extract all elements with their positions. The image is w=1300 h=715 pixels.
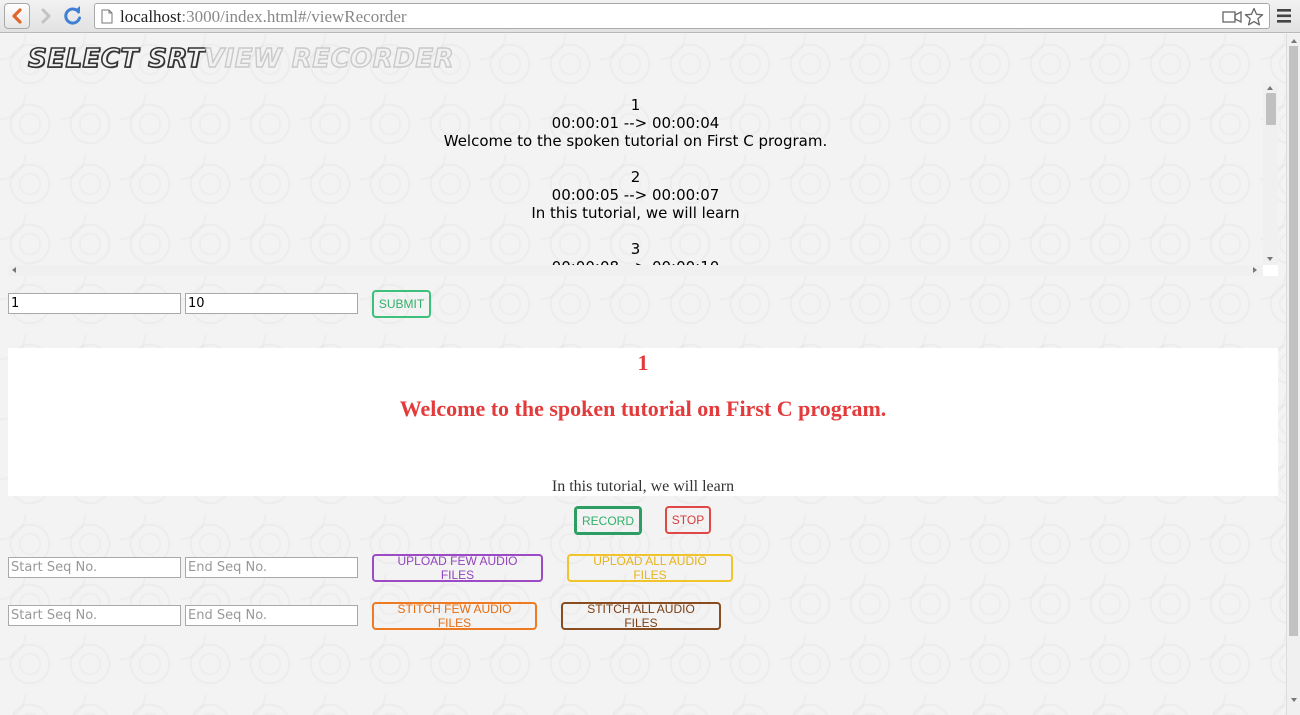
page-content: Select SRT View Recorder 1 00:00:01 --> …: [0, 34, 1286, 715]
stitch-end-seq-input[interactable]: [185, 605, 358, 626]
srt-horizontal-scrollbar[interactable]: [8, 265, 1263, 276]
stitch-start-seq-input[interactable]: [8, 605, 181, 626]
scroll-corner: [1263, 265, 1278, 276]
page-icon: [101, 9, 113, 24]
back-arrow-icon: [12, 8, 22, 24]
nav-select-srt[interactable]: Select SRT: [27, 43, 205, 75]
stitch-all-audio-button[interactable]: STITCH ALL AUDIO FILES: [561, 602, 721, 630]
record-button[interactable]: RECORD: [574, 506, 642, 535]
srt-time: 00:00:05 --> 00:00:07: [551, 186, 720, 204]
srt-entries: 1 00:00:01 --> 00:00:04 Welcome to the s…: [8, 96, 1263, 276]
subtitle-panel: 1 Welcome to the spoken tutorial on Firs…: [8, 348, 1278, 496]
upload-all-audio-button[interactable]: UPLOAD ALL AUDIO FILES: [567, 554, 733, 582]
start-seq-input[interactable]: [8, 293, 181, 314]
submit-button[interactable]: SUBMIT: [372, 290, 431, 318]
window-scroll-thumb[interactable]: [1289, 46, 1298, 636]
bookmark-star-icon[interactable]: [1244, 7, 1264, 27]
srt-index: 1: [630, 96, 641, 114]
stitch-few-audio-button[interactable]: STITCH FEW AUDIO FILES: [372, 602, 537, 630]
upload-few-audio-button[interactable]: UPLOAD FEW AUDIO FILES: [372, 554, 543, 582]
window-vertical-scrollbar[interactable]: [1286, 34, 1300, 715]
current-sequence-number: 1: [637, 350, 649, 375]
browser-toolbar: localhost:3000/index.html#/viewRecorder: [0, 0, 1300, 33]
reload-icon: [64, 6, 81, 25]
forward-button[interactable]: [33, 3, 59, 29]
srt-vertical-scrollbar[interactable]: [1263, 83, 1278, 265]
scroll-down-arrow-icon[interactable]: [1267, 257, 1273, 261]
srt-text: In this tutorial, we will learn: [531, 204, 740, 222]
window-scroll-up-arrow-icon[interactable]: [1291, 39, 1297, 43]
back-button[interactable]: [4, 3, 30, 29]
srt-entry: 1 00:00:01 --> 00:00:04 Welcome to the s…: [8, 96, 1263, 150]
upload-end-seq-input[interactable]: [185, 557, 358, 578]
url-path: :3000/index.html#/viewRecorder: [181, 7, 407, 26]
address-bar[interactable]: localhost:3000/index.html#/viewRecorder: [94, 3, 1270, 29]
browser-menu-icon[interactable]: [1277, 9, 1291, 23]
srt-text: Welcome to the spoken tutorial on First …: [443, 132, 828, 150]
scroll-left-arrow-icon[interactable]: [12, 267, 16, 273]
url-text: localhost:3000/index.html#/viewRecorder: [120, 7, 407, 27]
stop-button[interactable]: STOP: [665, 506, 711, 534]
reload-button[interactable]: [60, 3, 86, 29]
window-scroll-down-arrow-icon[interactable]: [1291, 698, 1297, 702]
srt-preview[interactable]: 1 00:00:01 --> 00:00:04 Welcome to the s…: [8, 83, 1278, 276]
next-subtitle-text: In this tutorial, we will learn: [551, 478, 735, 495]
end-seq-input[interactable]: [185, 293, 358, 314]
forward-arrow-icon: [41, 8, 51, 24]
current-subtitle-text: Welcome to the spoken tutorial on First …: [399, 396, 887, 421]
srt-entry: 2 00:00:05 --> 00:00:07 In this tutorial…: [8, 168, 1263, 222]
srt-index: 2: [630, 168, 641, 186]
srt-time: 00:00:01 --> 00:00:04: [551, 114, 720, 132]
scroll-thumb[interactable]: [1266, 93, 1276, 125]
upload-start-seq-input[interactable]: [8, 557, 181, 578]
camera-icon[interactable]: [1222, 10, 1242, 24]
url-host: localhost: [120, 7, 182, 26]
srt-index: 3: [630, 240, 641, 258]
scroll-right-arrow-icon[interactable]: [1253, 267, 1257, 273]
scroll-up-arrow-icon[interactable]: [1267, 86, 1273, 90]
nav-view-recorder[interactable]: View Recorder: [203, 43, 454, 74]
